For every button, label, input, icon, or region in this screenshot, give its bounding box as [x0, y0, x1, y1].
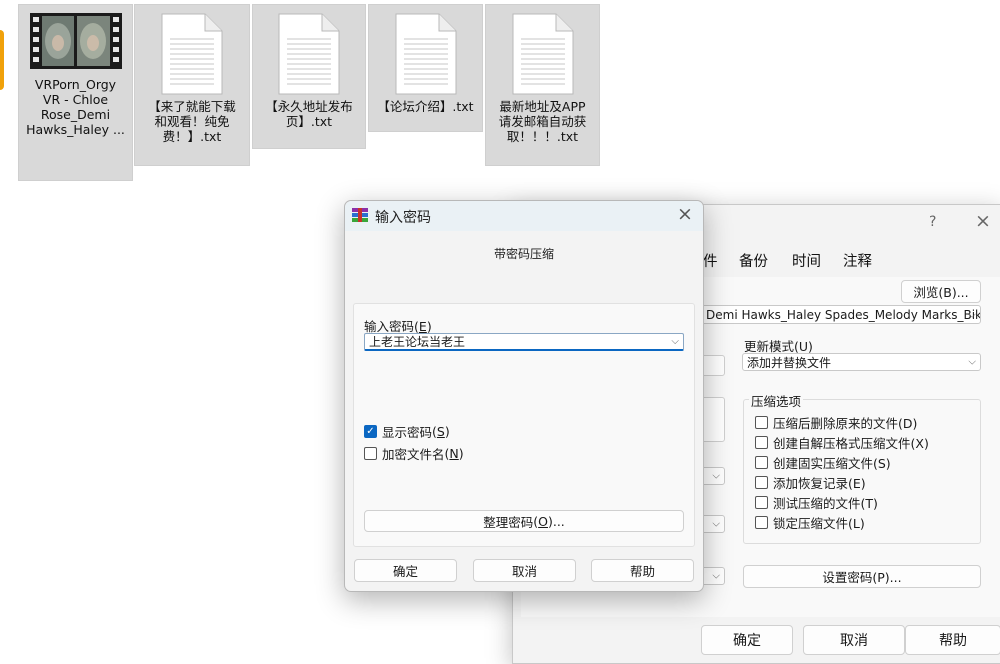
desktop-file-txt[interactable]: 【永久地址发布 页】.txt [252, 4, 366, 149]
password-input[interactable]: 上老王论坛当老王 ⌵ [364, 333, 684, 351]
option-label: 加密文件名 [382, 447, 445, 462]
file-name: 【永久地址发布 页】.txt [265, 99, 353, 129]
video-thumbnail-icon [29, 13, 122, 73]
dialog-titlebar: 输入密码 × [345, 201, 703, 231]
cancel-button[interactable]: 取消 [473, 559, 576, 582]
partial-select-1[interactable]: ⌵ [701, 467, 725, 485]
option-label: 测试压缩的文件(T) [773, 496, 878, 511]
tab-comment[interactable]: 注释 [843, 250, 872, 271]
winrar-app-icon [352, 208, 368, 222]
desktop-file-txt[interactable]: 【来了就能下载 和观看！纯免 费！】.txt [134, 4, 250, 166]
close-icon[interactable]: × [677, 203, 693, 225]
option-label: 显示密码 [382, 425, 433, 440]
desktop-file-txt[interactable]: 最新地址及APP 请发邮箱自动获 取！！！.txt [485, 4, 600, 166]
partial-select-2[interactable]: ⌵ [701, 515, 725, 533]
chevron-down-icon: ⌵ [712, 470, 720, 482]
tab-time[interactable]: 时间 [792, 250, 821, 271]
checkbox[interactable] [755, 476, 768, 489]
option-delete-after[interactable]: 压缩后删除原来的文件(D) [755, 413, 917, 432]
ok-button[interactable]: 确定 [354, 559, 457, 582]
organize-passwords-button[interactable]: 整理密码(O)... [364, 510, 684, 532]
close-icon[interactable]: × [975, 210, 991, 232]
option-label: 压缩后删除原来的文件(D) [773, 416, 918, 431]
compression-partial-box [701, 397, 725, 442]
chevron-down-icon: ⌵ [712, 570, 720, 582]
option-lock-archive[interactable]: 锁定压缩文件(L) [755, 513, 865, 532]
chevron-down-icon: ⌵ [712, 518, 720, 530]
file-name: 【来了就能下载 和观看！纯免 费！】.txt [148, 99, 236, 144]
accelerator-key: S [436, 424, 445, 439]
archive-name-combo[interactable]: Demi Hawks_Haley Spades_Melody Marks_Bik… [701, 305, 981, 324]
tab-backup[interactable]: 备份 [739, 250, 768, 271]
option-label: 创建固实压缩文件(S) [773, 456, 891, 471]
option-recovery-record[interactable]: 添加恢复记录(E) [755, 473, 866, 492]
chevron-down-icon: ⌵ [968, 356, 976, 368]
help-button[interactable]: 帮助 [591, 559, 694, 582]
password-panel: 输入密码(E) 上老王论坛当老王 ⌵ ✓ 显示密码(S) 加密文件名(N) 整理… [353, 303, 695, 547]
checkbox[interactable] [755, 516, 768, 529]
option-create-sfx[interactable]: 创建自解压格式压缩文件(X) [755, 433, 929, 452]
text-document-icon [161, 13, 223, 95]
desktop-file-txt[interactable]: 【论坛介绍】.txt [368, 4, 483, 132]
option-label: 创建自解压格式压缩文件(X) [773, 436, 929, 451]
tab-files[interactable]: 件 [703, 250, 718, 271]
button-label: 整理密码 [483, 514, 534, 530]
update-mode-select[interactable]: 添加并替换文件 ⌵ [742, 353, 981, 371]
password-dialog: 输入密码 × 带密码压缩 输入密码(E) 上老王论坛当老王 ⌵ ✓ 显示密码(S… [344, 200, 704, 592]
option-label: 锁定压缩文件(L) [773, 516, 865, 531]
option-label: 添加恢复记录(E) [773, 476, 866, 491]
checkbox[interactable] [755, 456, 768, 469]
password-value: 上老王论坛当老王 [369, 335, 466, 349]
show-password-option[interactable]: ✓ 显示密码(S) [364, 422, 450, 441]
chevron-down-icon: ⌵ [968, 309, 976, 320]
file-name: 最新地址及APP 请发邮箱自动获 取！！！.txt [498, 99, 587, 144]
option-solid-archive[interactable]: 创建固实压缩文件(S) [755, 453, 891, 472]
archive-format-partial[interactable] [701, 355, 725, 376]
partial-folder-icon[interactable] [0, 30, 4, 90]
accelerator-key: O [538, 513, 548, 529]
checkbox[interactable] [364, 447, 377, 460]
cancel-button[interactable]: 取消 [803, 625, 905, 655]
partial-select-3[interactable]: ⌵ [701, 567, 725, 585]
file-name: VRPorn_Orgy VR - Chloe Rose_Demi Hawks_H… [26, 77, 125, 137]
compression-options-label: 压缩选项 [749, 391, 804, 410]
dialog-title: 输入密码 [375, 210, 431, 226]
option-test-files[interactable]: 测试压缩的文件(T) [755, 493, 878, 512]
set-password-button[interactable]: 设置密码(P)... [743, 565, 981, 588]
desktop-file-video[interactable]: VRPorn_Orgy VR - Chloe Rose_Demi Hawks_H… [18, 4, 133, 181]
ok-button[interactable]: 确定 [701, 625, 793, 655]
encrypt-filenames-option[interactable]: 加密文件名(N) [364, 444, 464, 463]
file-name: 【论坛介绍】.txt [377, 99, 474, 114]
accelerator-key: E [418, 319, 427, 334]
button-suffix: ... [552, 513, 565, 529]
checkbox-checked[interactable]: ✓ [364, 425, 377, 438]
checkbox[interactable] [755, 436, 768, 449]
accelerator-key: N [449, 446, 459, 461]
checkbox[interactable] [755, 416, 768, 429]
archive-name-value: Demi Hawks_Haley Spades_Melody Marks_Bik… [706, 307, 981, 322]
update-mode-value: 添加并替换文件 [747, 355, 832, 370]
text-document-icon [512, 13, 574, 95]
dialog-subtitle: 带密码压缩 [493, 247, 554, 261]
text-document-icon [395, 13, 457, 95]
help-icon[interactable]: ? [929, 214, 936, 230]
help-button[interactable]: 帮助 [905, 625, 1000, 655]
checkbox[interactable] [755, 496, 768, 509]
browse-button[interactable]: 浏览(B)... [901, 280, 981, 303]
chevron-down-icon[interactable]: ⌵ [671, 336, 679, 347]
label-text: 输入密码 [364, 319, 415, 334]
text-document-icon [278, 13, 340, 95]
